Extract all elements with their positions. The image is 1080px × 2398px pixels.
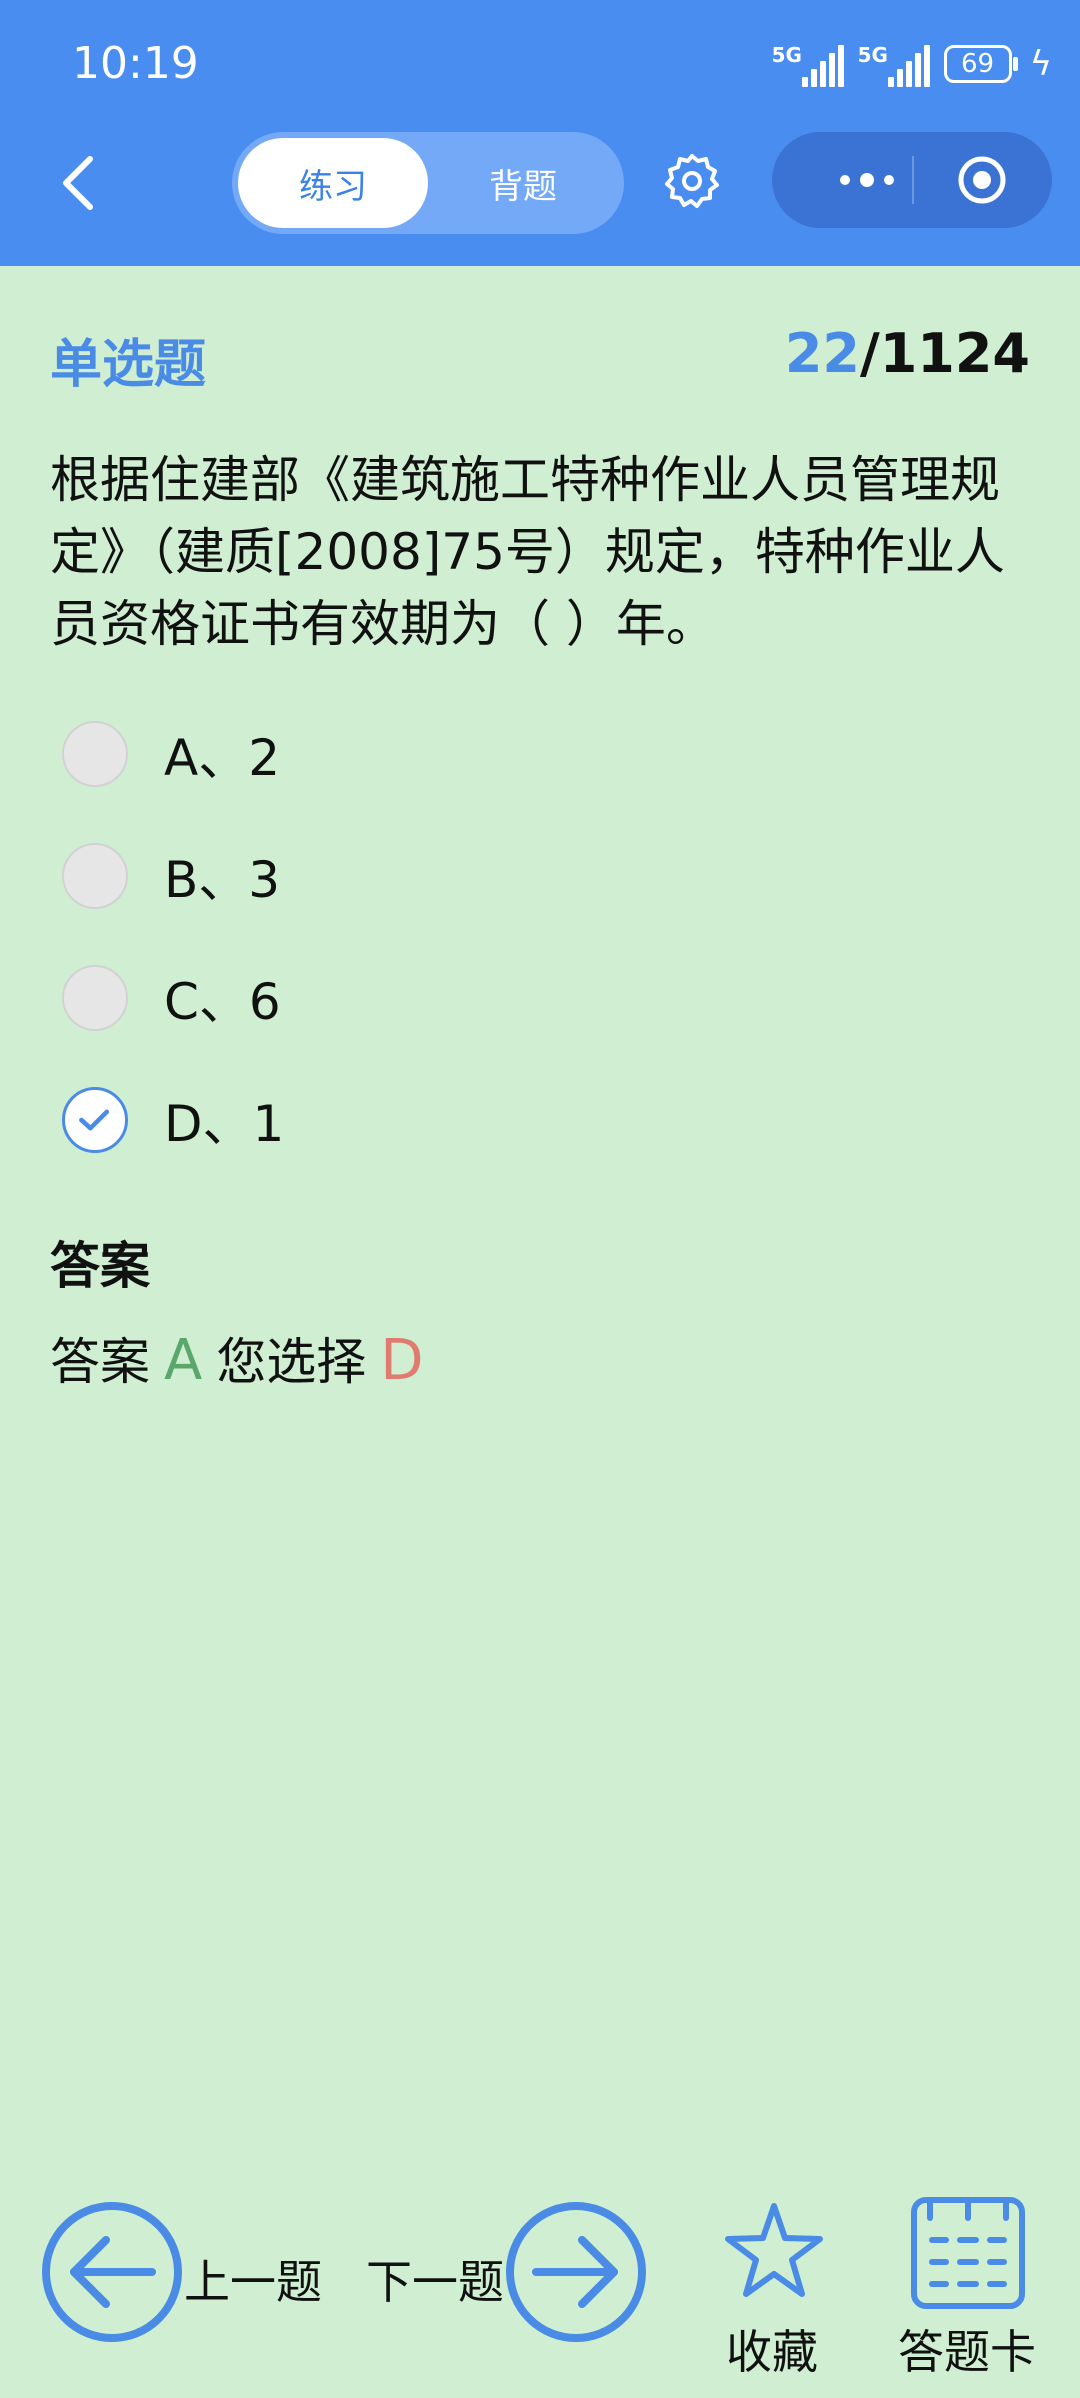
close-target-icon[interactable]	[956, 154, 1008, 206]
option-label: B、3	[164, 851, 281, 909]
signal-label: 5G	[771, 43, 802, 67]
prev-arrow-icon[interactable]	[40, 2200, 184, 2344]
top-bar: 10:19 5G 5G 69 ϟ 练习 背题	[0, 0, 1080, 266]
status-indicators: 5G 5G 69 ϟ	[772, 38, 1052, 90]
next-arrow-icon[interactable]	[504, 2200, 648, 2344]
battery-level: 69	[961, 49, 995, 79]
total-questions: /1124	[859, 322, 1030, 385]
option-c[interactable]: C、6	[62, 961, 662, 1035]
favorite-button[interactable]: 收藏	[726, 2316, 818, 2382]
option-d[interactable]: D、1	[62, 1083, 662, 1157]
option-label: A、2	[164, 729, 281, 787]
correct-answer: A	[164, 1328, 203, 1393]
answer-card-button[interactable]: 答题卡	[898, 2316, 1036, 2382]
signal-label: 5G	[857, 43, 888, 67]
radio-button[interactable]	[62, 843, 128, 909]
answer-line: 答案 A 您选择 D	[50, 1322, 423, 1394]
answer-prefix: 答案	[50, 1333, 150, 1391]
option-b[interactable]: B、3	[62, 839, 662, 913]
battery-icon: 69	[943, 45, 1018, 83]
radio-button[interactable]	[62, 721, 128, 787]
signal-icon: 5G	[772, 41, 844, 87]
check-icon	[79, 1109, 110, 1131]
star-icon[interactable]	[722, 2200, 826, 2304]
mini-program-capsule	[772, 132, 1052, 228]
mode-tabs: 练习 背题	[232, 132, 624, 234]
chosen-answer: D	[380, 1328, 424, 1393]
question-counter: 22/1124	[785, 322, 1030, 385]
answer-card-icon[interactable]	[910, 2196, 1026, 2310]
signal-icon: 5G	[858, 41, 930, 87]
gear-icon[interactable]	[664, 153, 720, 209]
tab-practice[interactable]: 练习	[238, 138, 428, 228]
current-question-number: 22	[784, 322, 860, 385]
prev-question-button[interactable]: 上一题	[184, 2246, 322, 2312]
more-icon[interactable]	[812, 160, 922, 200]
radio-button[interactable]	[62, 1087, 128, 1153]
option-label: D、1	[164, 1095, 285, 1153]
capsule-divider	[912, 156, 914, 204]
radio-button[interactable]	[62, 965, 128, 1031]
chosen-prefix: 您选择	[216, 1333, 367, 1391]
next-question-button[interactable]: 下一题	[366, 2246, 504, 2312]
tab-memorize[interactable]: 背题	[428, 138, 618, 228]
status-time: 10:19	[72, 38, 199, 89]
question-text: 根据住建部《建筑施工特种作业人员管理规定》（建质[2008]75号）规定，特种作…	[50, 451, 1005, 653]
option-label: C、6	[164, 973, 281, 1031]
answer-heading: 答案	[50, 1237, 150, 1295]
back-icon[interactable]	[58, 155, 98, 211]
question-type: 单选题	[50, 335, 207, 395]
option-a[interactable]: A、2	[62, 717, 662, 791]
charging-icon: ϟ	[1029, 44, 1052, 84]
